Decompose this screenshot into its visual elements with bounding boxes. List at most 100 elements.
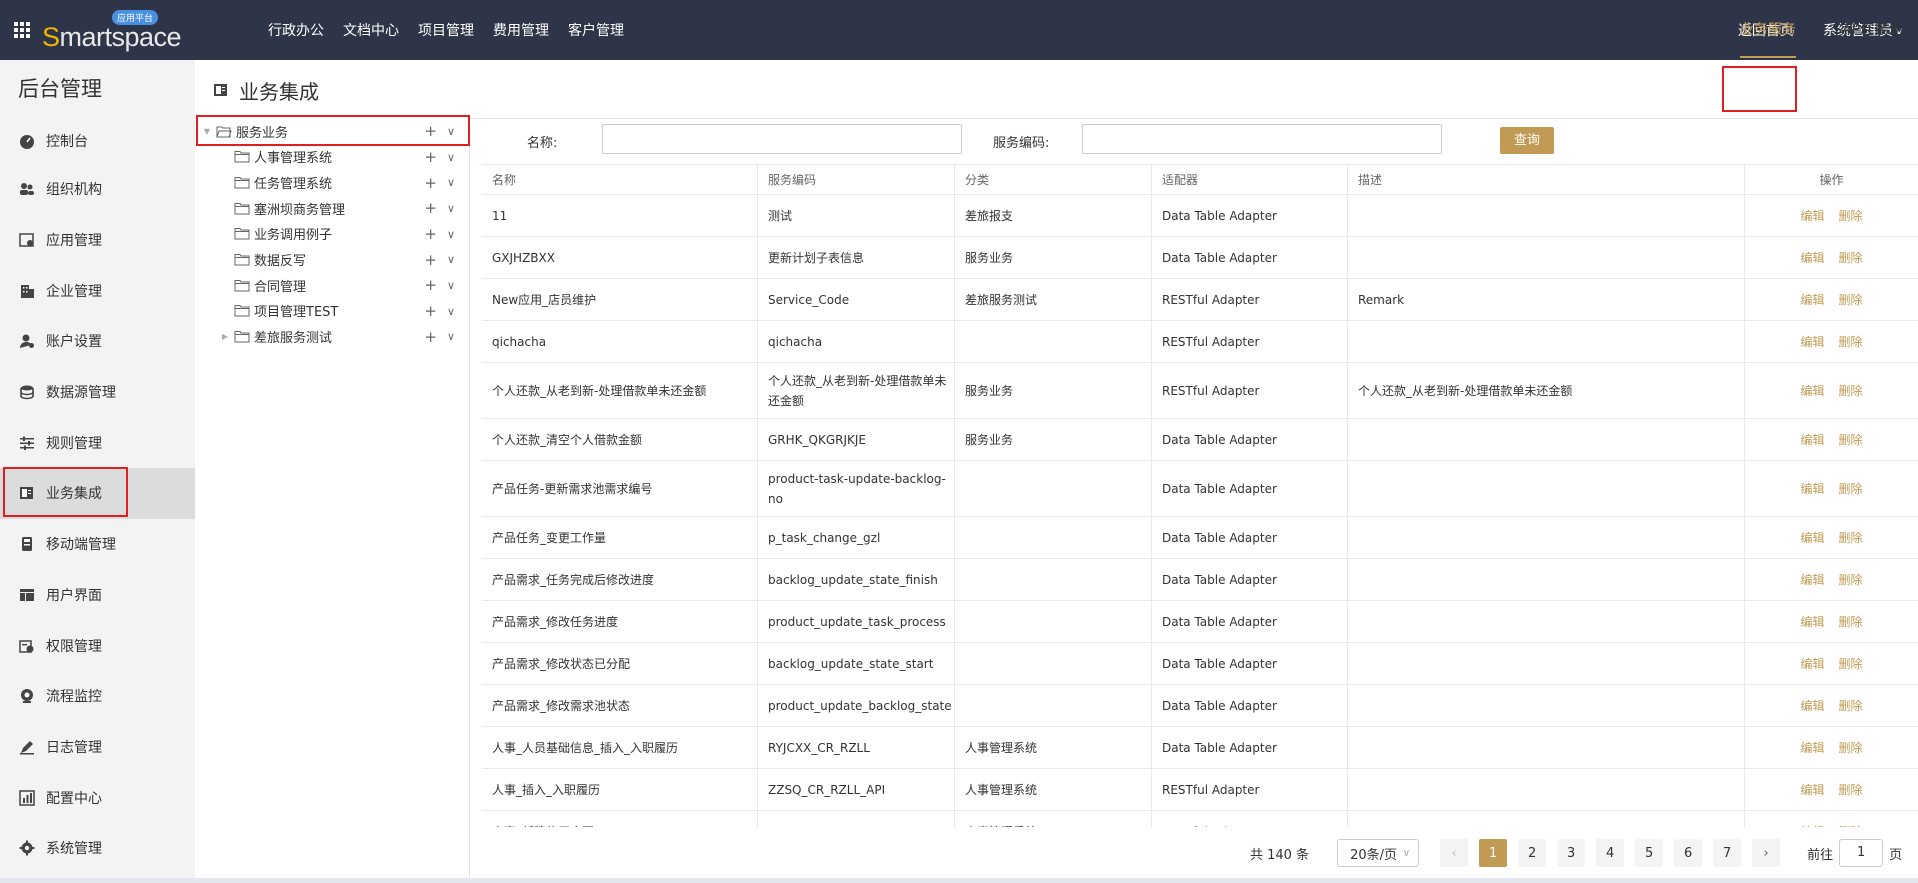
delete-button[interactable]: 删除 [1839, 479, 1863, 499]
tab-business-service[interactable]: 业务服务 [1738, 0, 1798, 60]
chevron-down-icon[interactable]: ∨ [447, 202, 455, 215]
table-row[interactable]: 产品任务-更新需求池需求编号 product-task-update-backlo… [482, 461, 1918, 517]
edit-button[interactable]: 编辑 [1800, 612, 1824, 632]
sidebar-item[interactable]: 企业管理 [0, 265, 195, 316]
bottom-scrollbar[interactable] [0, 878, 1918, 883]
table-row[interactable]: 产品需求_任务完成后修改进度 backlog_update_state_finis… [482, 559, 1918, 601]
delete-button[interactable]: 删除 [1839, 738, 1863, 758]
tree-node[interactable]: 数据反写 + ∨ [195, 247, 469, 273]
table-row[interactable]: qichacha qichacha RESTful Adapter 编辑 删除 [482, 321, 1918, 363]
page-button[interactable]: 2 [1518, 839, 1547, 867]
edit-button[interactable]: 编辑 [1800, 654, 1824, 674]
plus-icon[interactable]: + [424, 148, 437, 166]
delete-button[interactable]: 删除 [1839, 654, 1863, 674]
sidebar-item[interactable]: 配置中心 [0, 772, 195, 823]
topnav-item[interactable]: 行政办公 [268, 20, 324, 40]
tree-node[interactable]: 人事管理系统 + ∨ [195, 144, 469, 170]
edit-button[interactable]: 编辑 [1800, 332, 1824, 352]
delete-button[interactable]: 删除 [1839, 612, 1863, 632]
edit-button[interactable]: 编辑 [1800, 570, 1824, 590]
edit-button[interactable]: 编辑 [1800, 528, 1824, 548]
delete-button[interactable]: 删除 [1839, 290, 1863, 310]
sidebar-item[interactable]: 系统管理 [0, 823, 195, 874]
plus-icon[interactable]: + [424, 276, 437, 294]
edit-button[interactable]: 编辑 [1800, 738, 1824, 758]
sidebar-item[interactable]: 移动端管理 [0, 519, 195, 570]
edit-button[interactable]: 编辑 [1800, 381, 1824, 401]
table-row[interactable]: 人事_插入_入职履历 ZZSQ_CR_RZLL_API 人事管理系统 RESTful … [482, 769, 1918, 811]
page-button[interactable]: 6 [1674, 839, 1703, 867]
delete-button[interactable]: 删除 [1839, 822, 1863, 828]
edit-button[interactable]: 编辑 [1800, 780, 1824, 800]
table-row[interactable]: 产品需求_修改任务进度 product_update_task_process Da… [482, 601, 1918, 643]
sidebar-item[interactable]: 日志管理 [0, 722, 195, 773]
plus-icon[interactable]: + [424, 302, 437, 320]
chevron-down-icon[interactable]: ∨ [447, 330, 455, 343]
search-button[interactable]: 查询 [1500, 127, 1554, 154]
tab-sap-pool[interactable]: SAP连接池 [1833, 0, 1902, 60]
plus-icon[interactable]: + [424, 199, 437, 217]
chevron-down-icon[interactable]: ∨ [447, 279, 455, 292]
delete-button[interactable]: 删除 [1839, 381, 1863, 401]
tree-node[interactable]: 项目管理TEST + ∨ [195, 298, 469, 324]
app-grid-icon[interactable] [14, 22, 30, 38]
sidebar-item[interactable]: 规则管理 [0, 417, 195, 468]
delete-button[interactable]: 删除 [1839, 696, 1863, 716]
table-row[interactable]: 人事_新建信用合同XJSYHT人事管理系统RESTful Adapter 编辑 删除 [482, 811, 1918, 827]
table-row[interactable]: 个人还款_从老到新-处理借款单未还金额 个人还款_从老到新-处理借款单未还金额 服务… [482, 363, 1918, 419]
chevron-down-icon[interactable]: ∨ [447, 253, 455, 266]
name-input[interactable] [602, 124, 962, 154]
table-row[interactable]: 产品需求_修改状态已分配 backlog_update_state_start Da… [482, 643, 1918, 685]
next-page-button[interactable]: › [1752, 839, 1781, 867]
prev-page-button[interactable]: ‹ [1440, 839, 1469, 867]
edit-button[interactable]: 编辑 [1800, 430, 1824, 450]
page-button[interactable]: 7 [1713, 839, 1742, 867]
sidebar-item[interactable]: 流程监控 [0, 671, 195, 722]
chevron-down-icon[interactable]: ∨ [447, 176, 455, 189]
table-row[interactable]: 产品任务_变更工作量 p_task_change_gzl Data Table Ad… [482, 517, 1918, 559]
edit-button[interactable]: 编辑 [1800, 822, 1824, 828]
chevron-down-icon[interactable]: ∨ [447, 228, 455, 241]
page-button[interactable]: 5 [1635, 839, 1664, 867]
sidebar-item[interactable]: 控制台 [0, 118, 195, 164]
sidebar-item[interactable]: 用户界面 [0, 570, 195, 621]
page-button[interactable]: 4 [1596, 839, 1625, 867]
table-row[interactable]: GXJHZBXX 更新计划子表信息 服务业务 Data Table Adapter 编辑… [482, 237, 1918, 279]
sidebar-item[interactable]: 账户设置 [0, 316, 195, 367]
chevron-down-icon[interactable]: ∨ [447, 151, 455, 164]
page-jump-input[interactable]: 1 [1839, 839, 1884, 867]
table-row[interactable]: 11 测试 差旅报支 Data Table Adapter 编辑 删除 [482, 195, 1918, 237]
delete-button[interactable]: 删除 [1839, 780, 1863, 800]
code-input[interactable] [1082, 124, 1442, 154]
page-button[interactable]: 1 [1479, 839, 1508, 867]
topnav-item[interactable]: 费用管理 [493, 20, 549, 40]
edit-button[interactable]: 编辑 [1800, 290, 1824, 310]
edit-button[interactable]: 编辑 [1800, 206, 1824, 226]
topnav-item[interactable]: 客户管理 [568, 20, 624, 40]
chevron-down-icon[interactable]: ∨ [447, 305, 455, 318]
delete-button[interactable]: 删除 [1839, 248, 1863, 268]
delete-button[interactable]: 删除 [1839, 528, 1863, 548]
page-button[interactable]: 3 [1557, 839, 1586, 867]
tree-node[interactable]: 任务管理系统 + ∨ [195, 170, 469, 196]
plus-icon[interactable]: + [424, 225, 437, 243]
sidebar-item[interactable]: 数据源管理 [0, 367, 195, 418]
caret-right-icon[interactable]: ▶ [219, 332, 231, 341]
edit-button[interactable]: 编辑 [1800, 479, 1824, 499]
sidebar-item[interactable]: 应用管理 [0, 215, 195, 266]
delete-button[interactable]: 删除 [1839, 206, 1863, 226]
smartspace-logo[interactable]: Smartspace 应用平台 [42, 10, 182, 52]
plus-icon[interactable]: + [424, 328, 437, 346]
delete-button[interactable]: 删除 [1839, 430, 1863, 450]
tree-node[interactable]: 业务调用例子 + ∨ [195, 221, 469, 247]
table-row[interactable]: 产品需求_修改需求池状态 product_update_backlog_state… [482, 685, 1918, 727]
plus-icon[interactable]: + [424, 174, 437, 192]
sidebar-item[interactable]: 权限管理 [0, 620, 195, 671]
table-row[interactable]: New应用_店员维护 Service_Code 差旅服务测试 RESTful Adap… [482, 279, 1918, 321]
edit-button[interactable]: 编辑 [1800, 248, 1824, 268]
delete-button[interactable]: 删除 [1839, 332, 1863, 352]
topnav-item[interactable]: 文档中心 [343, 20, 399, 40]
page-size-select[interactable]: 20条/页 ∨ [1337, 839, 1420, 867]
plus-icon[interactable]: + [424, 251, 437, 269]
tree-node[interactable]: ▶ 差旅服务测试 + ∨ [195, 324, 469, 350]
